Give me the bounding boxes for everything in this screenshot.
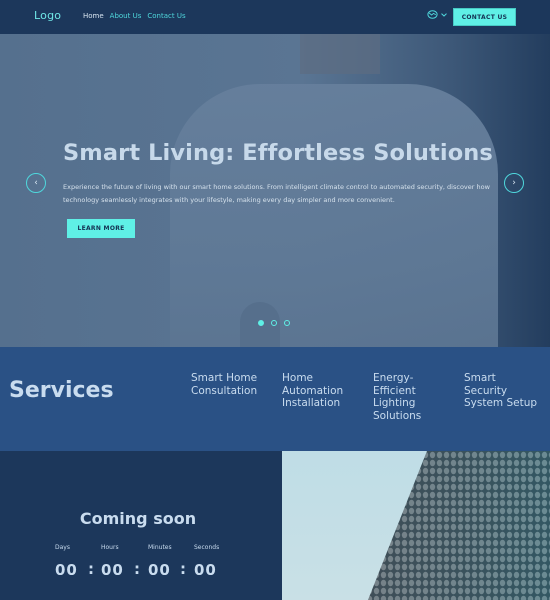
hero-description: Experience the future of living with our… [63,183,490,204]
learn-more-button[interactable]: LEARN MORE [67,219,135,238]
service-item[interactable]: Smart Security System Setup [464,372,537,410]
service-line: Smart Home [191,372,258,384]
countdown-label-minutes: Minutes [148,544,172,551]
building-photo [282,451,550,600]
countdown-hours: 00 [101,561,124,579]
slide-dot-2[interactable] [271,320,277,326]
services-section: Services Smart Home Consultation Home Au… [0,347,550,451]
nav-contact-us[interactable]: Contact Us [147,12,185,20]
service-line: Efficient [373,384,416,397]
service-line: Automation [282,384,344,397]
globe-language-icon [427,10,438,19]
chevron-down-icon [441,12,447,17]
countdown-days: 00 [55,561,78,579]
countdown-separator: : [134,560,140,578]
chevron-right-icon: › [512,178,516,188]
hero-background-device [170,84,498,347]
nav-home[interactable]: Home [83,12,104,20]
service-line: Installation [282,397,341,409]
language-selector[interactable] [427,10,447,19]
hero-background-detail [300,34,380,74]
service-line: Consultation [191,384,258,397]
service-line: Solutions [373,409,422,422]
service-item[interactable]: Smart Home Consultation [191,372,257,397]
countdown-label-days: Days [55,544,70,551]
service-item[interactable]: Home Automation Installation [282,372,343,410]
countdown-seconds: 00 [194,561,217,579]
slide-dot-1[interactable] [258,320,264,326]
services-title: Services [9,378,114,403]
main-nav: Home About Us Contact Us [83,12,186,20]
service-line: Smart [464,372,496,384]
slider-next-button[interactable]: › [504,173,524,193]
service-line: Lighting [373,397,416,409]
slide-dot-3[interactable] [284,320,290,326]
slider-pagination [258,320,290,326]
hero-title: Smart Living: Effortless Solutions [63,140,493,166]
countdown-separator: : [180,560,186,578]
site-header: Logo Home About Us Contact Us CONTACT US [0,0,550,34]
hero-slider: Smart Living: Effortless Solutions Exper… [0,34,550,347]
service-line: Security [464,384,508,397]
countdown-label-seconds: Seconds [194,544,220,551]
countdown-label-hours: Hours [101,544,119,551]
countdown-minutes: 00 [148,561,171,579]
slider-prev-button[interactable]: ‹ [26,173,46,193]
coming-soon-section: Coming soon Days Hours Minutes Seconds 0… [0,451,282,600]
service-line: System Setup [464,397,538,409]
logo[interactable]: Logo [34,9,61,22]
coming-soon-title: Coming soon [79,509,197,528]
nav-about-us[interactable]: About Us [110,12,142,20]
contact-us-button[interactable]: CONTACT US [453,8,516,26]
service-item[interactable]: Energy- Efficient Lighting Solutions [373,372,421,422]
building-facade-image [368,451,550,600]
countdown-separator: : [88,560,94,578]
service-line: Home [282,372,314,384]
service-line: Energy- [373,372,414,384]
chevron-left-icon: ‹ [34,178,38,188]
